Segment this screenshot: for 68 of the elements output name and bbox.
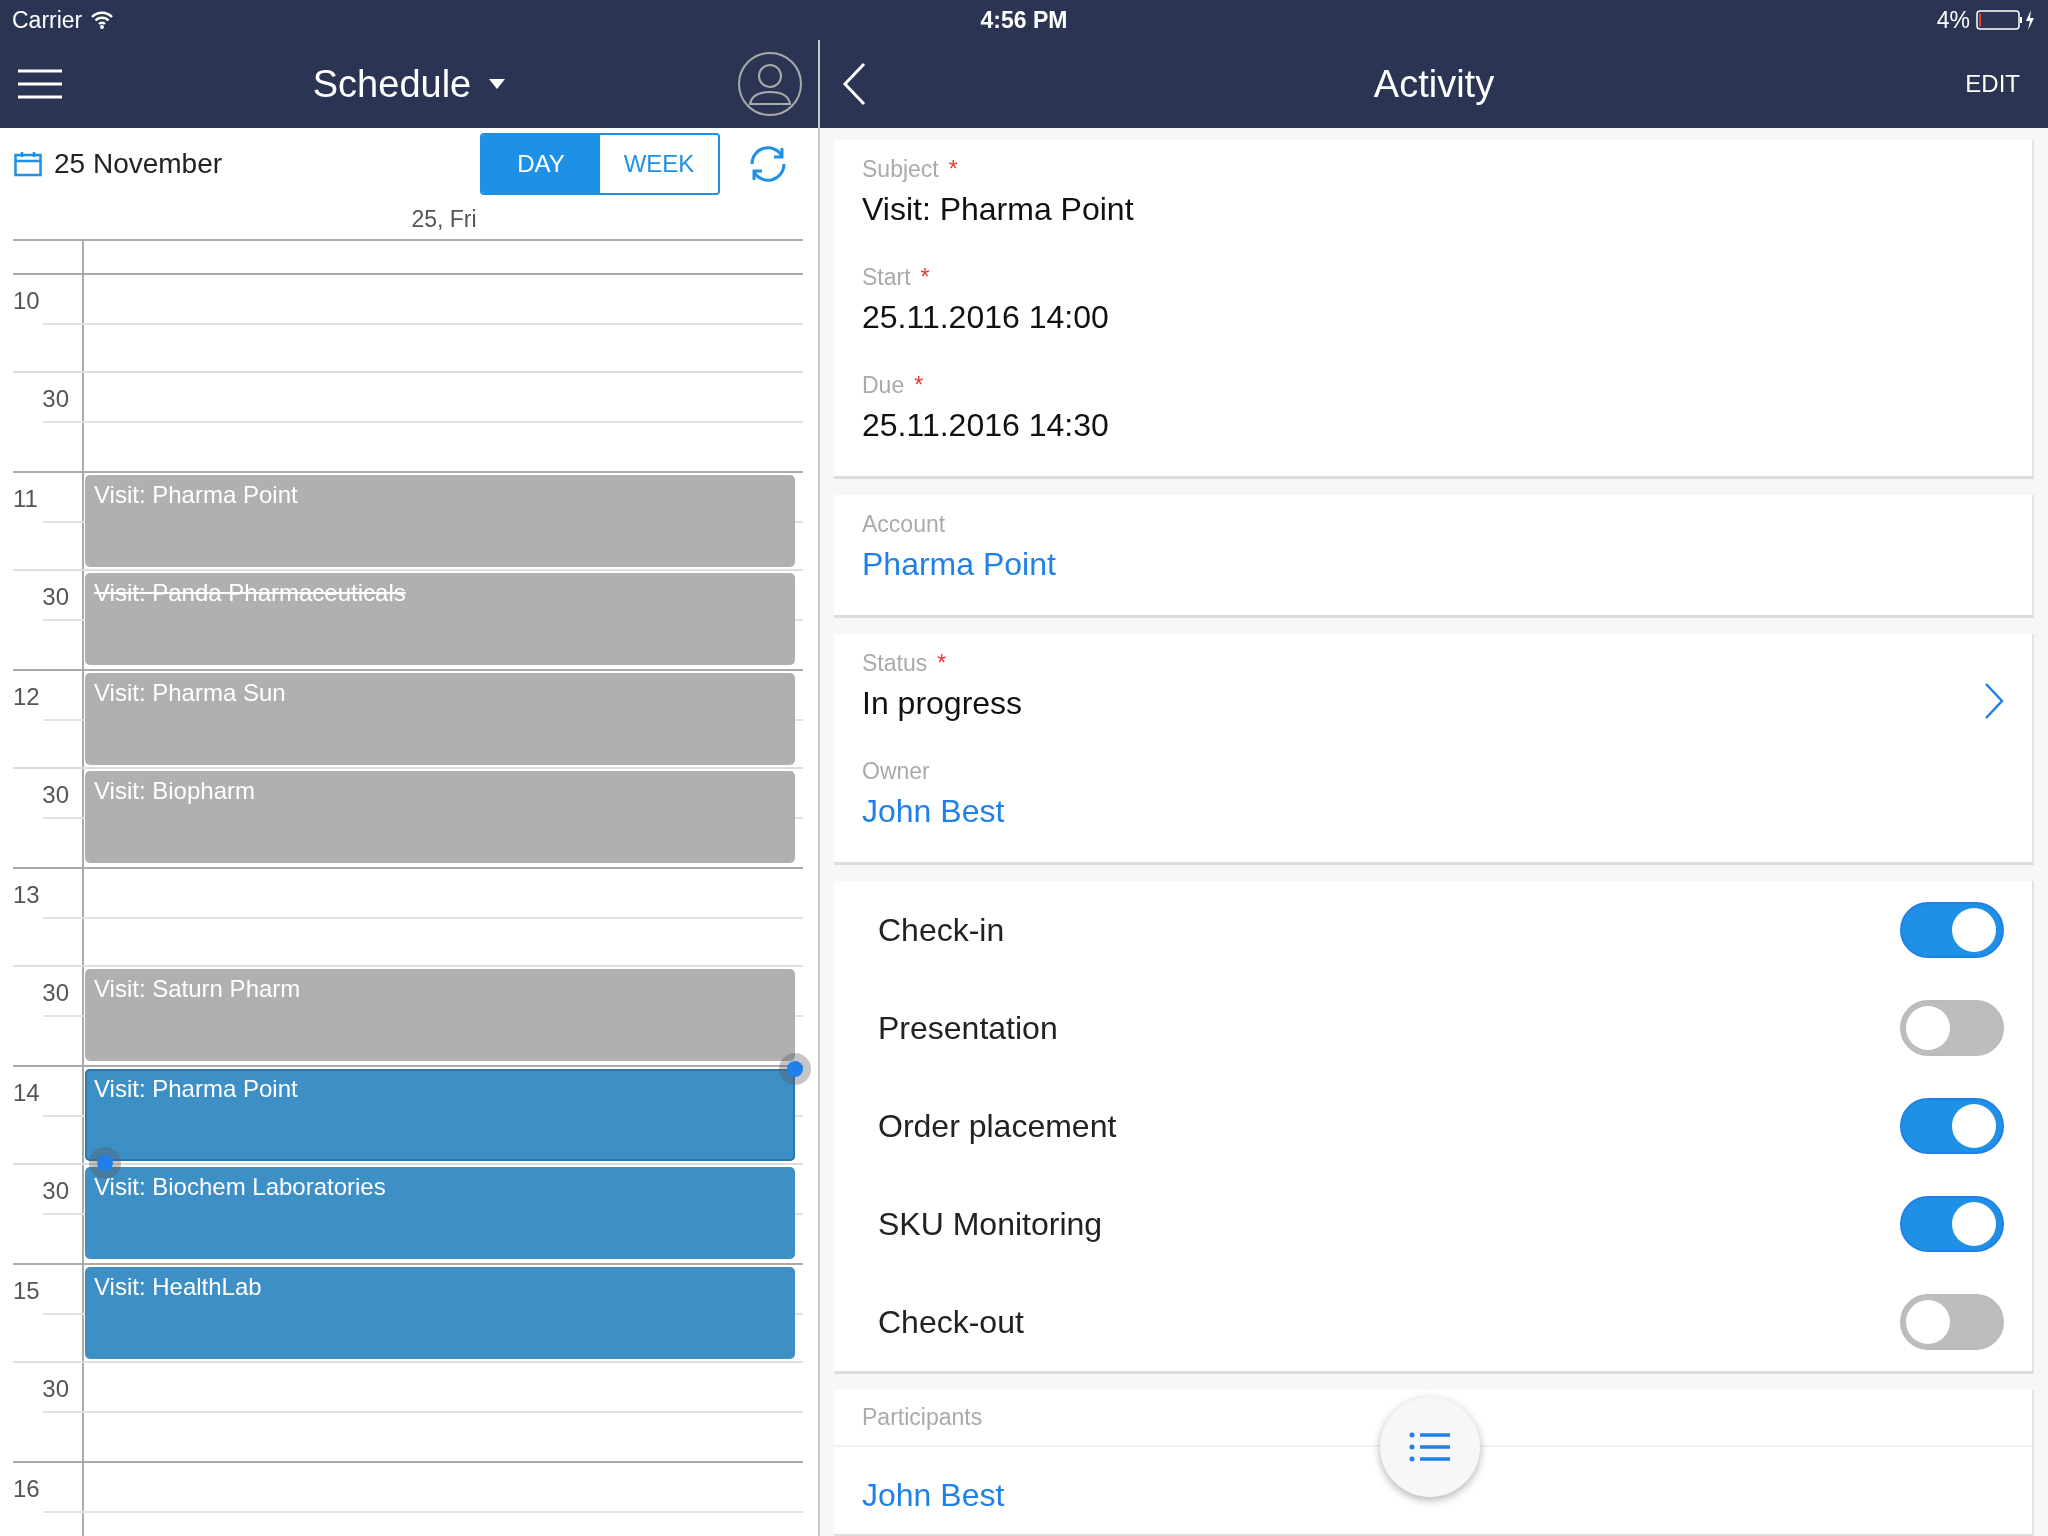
required-asterisk: * xyxy=(937,650,947,677)
field-label: Owner xyxy=(862,758,930,785)
required-asterisk: * xyxy=(914,372,924,399)
view-tab[interactable]: DAY xyxy=(482,135,600,193)
carrier-label: Carrier xyxy=(12,6,83,34)
time-label: 30 xyxy=(42,385,69,412)
field-value: 25.11.2016 14:30 xyxy=(862,407,1109,444)
screen-title: Activity xyxy=(1373,62,1495,105)
time-label: 12 xyxy=(13,683,40,710)
time-label: 30 xyxy=(42,1375,69,1402)
field-label: Subject xyxy=(862,156,939,183)
calendar-event[interactable]: Visit: Saturn Pharm xyxy=(85,969,795,1061)
time-label: 13 xyxy=(13,881,40,908)
screen-title[interactable]: Schedule xyxy=(312,62,472,106)
field-label: Due xyxy=(862,372,905,399)
required-asterisk: * xyxy=(920,264,930,291)
avatar-icon[interactable] xyxy=(738,52,802,116)
time-label: 30 xyxy=(42,1177,69,1204)
battery-charging-icon xyxy=(1976,9,2036,31)
time-label: 30 xyxy=(42,781,69,808)
toggle-label: Presentation xyxy=(878,1009,1058,1047)
toggle-label: SKU Monitoring xyxy=(878,1205,1103,1243)
menu-icon[interactable] xyxy=(18,69,62,99)
time-label: 11 xyxy=(13,485,38,512)
required-asterisk: * xyxy=(948,156,958,183)
toggle-label: Check-out xyxy=(878,1303,1024,1341)
time-label: 30 xyxy=(42,583,69,610)
current-date: 25 November xyxy=(54,148,223,180)
toggle-switch[interactable] xyxy=(1900,902,2004,958)
battery-percent: 4% xyxy=(1936,6,1970,34)
field-label: Account xyxy=(862,511,946,538)
toggle-switch[interactable] xyxy=(1900,1196,2004,1252)
wifi-icon xyxy=(90,11,115,29)
calendar-event[interactable]: Visit: Pharma Sun xyxy=(85,673,795,765)
participant-link[interactable]: John Best xyxy=(862,1477,1005,1513)
time-label: 14 xyxy=(13,1079,40,1106)
calendar-event[interactable]: Visit: Biopharm xyxy=(85,771,795,863)
calendar-event[interactable]: Visit: Pharma Point xyxy=(85,1069,795,1161)
calendar-icon[interactable] xyxy=(14,151,42,177)
section-label: Participants xyxy=(862,1404,983,1430)
chevron-right-icon[interactable] xyxy=(1984,682,2004,720)
resize-handle[interactable] xyxy=(779,1053,811,1085)
toggle-label: Order placement xyxy=(878,1107,1117,1145)
time-label: 10 xyxy=(13,287,40,314)
field-link[interactable]: Pharma Point xyxy=(862,546,1056,583)
day-header: 25, Fri xyxy=(411,206,477,232)
calendar-event[interactable]: Visit: Pharma Point xyxy=(85,475,795,567)
list-icon xyxy=(1409,1432,1451,1462)
edit-button[interactable]: EDIT xyxy=(1965,70,2020,98)
calendar-event[interactable]: Visit: Panda Pharmaceuticals xyxy=(85,573,795,665)
field-link[interactable]: John Best xyxy=(862,793,1005,830)
time-label: 30 xyxy=(42,979,69,1006)
clock-time: 4:56 PM xyxy=(980,6,1068,33)
calendar-event[interactable]: Visit: HealthLab xyxy=(85,1267,795,1359)
field-value: Visit: Pharma Point xyxy=(862,191,1134,228)
toggle-switch[interactable] xyxy=(1900,1098,2004,1154)
time-label: 15 xyxy=(13,1277,40,1304)
toggle-switch[interactable] xyxy=(1900,1294,2004,1350)
field-label: Status xyxy=(862,650,928,677)
time-label: 16 xyxy=(13,1475,40,1502)
dropdown-caret-icon[interactable] xyxy=(489,79,506,89)
field-value: In progress xyxy=(862,685,1023,722)
calendar-event[interactable]: Visit: Biochem Laboratories xyxy=(85,1167,795,1259)
back-icon[interactable] xyxy=(842,62,866,106)
toggle-switch[interactable] xyxy=(1900,1000,2004,1056)
field-value: 25.11.2016 14:00 xyxy=(862,299,1109,336)
field-label: Start xyxy=(862,264,911,291)
toggle-label: Check-in xyxy=(878,911,1005,949)
